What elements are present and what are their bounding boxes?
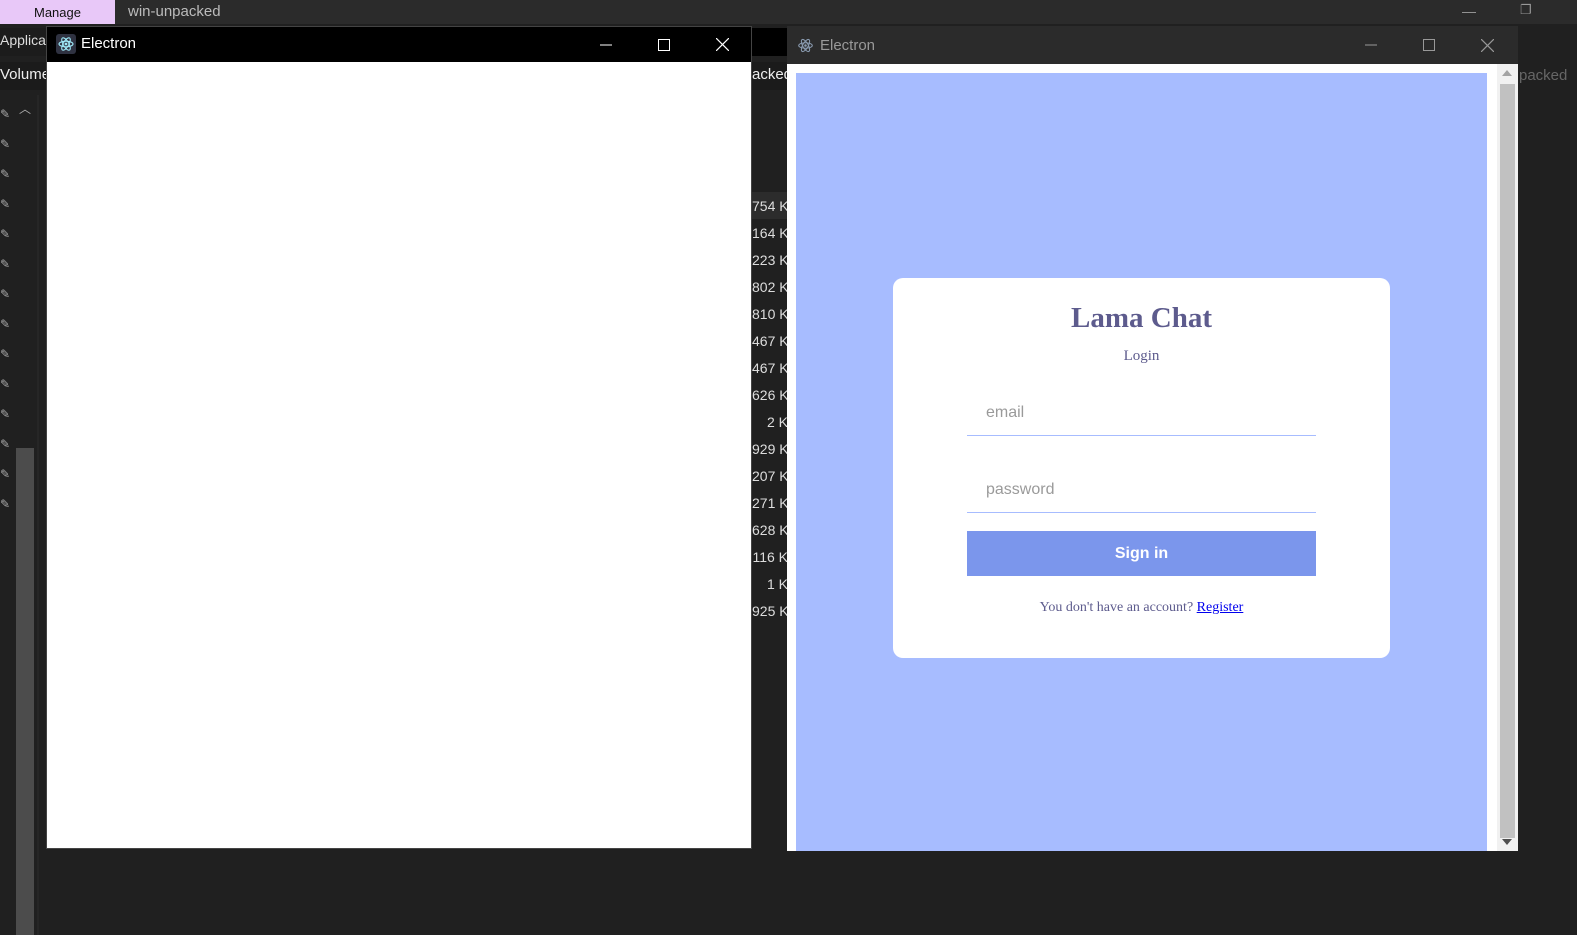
maximize-icon	[1423, 39, 1435, 51]
pin-icon[interactable]: ✎	[0, 287, 14, 301]
chevron-up-icon[interactable]: ︿	[19, 100, 31, 117]
explorer-strip	[752, 28, 788, 56]
electron-window-blank: Electron	[46, 26, 752, 849]
file-size: 164 K	[752, 225, 788, 241]
pin-icon[interactable]: ✎	[0, 497, 14, 511]
pin-icon[interactable]: ✎	[0, 107, 14, 121]
file-size-column: 754 K 164 K 223 K 802 K 810 K 467 K 467 …	[752, 192, 788, 624]
pin-icon[interactable]: ✎	[0, 137, 14, 151]
file-size: 929 K	[752, 441, 788, 457]
pin-icon[interactable]: ✎	[0, 347, 14, 361]
close-icon	[1480, 38, 1494, 52]
file-size: 1 K	[766, 576, 788, 592]
file-size: 754 K	[752, 192, 788, 219]
scrollbar-thumb[interactable]	[1500, 84, 1515, 838]
search-box-fragment-label: packed	[1519, 67, 1568, 84]
file-size: 925 K	[752, 603, 788, 619]
pin-icon[interactable]: ✎	[0, 407, 14, 421]
close-button[interactable]	[693, 27, 751, 62]
pin-icon[interactable]: ✎	[0, 437, 14, 451]
app-logo: Lama Chat	[1071, 302, 1212, 334]
pin-icon[interactable]: ✎	[0, 257, 14, 271]
search-box-fragment[interactable]: packed	[1519, 62, 1577, 90]
file-size: 628 K	[752, 522, 788, 538]
explorer-window-title: win-unpacked	[128, 3, 221, 20]
ribbon-volume[interactable]: Volume	[0, 62, 46, 90]
ribbon-volume-label: Volume	[0, 66, 46, 83]
address-bar-fragment-label: acked	[752, 66, 788, 83]
electron-logo-icon	[798, 38, 813, 53]
pin-icon[interactable]: ✎	[0, 467, 14, 481]
login-page: Lama Chat Login Sign in You don't have a…	[796, 73, 1487, 851]
file-size: 271 K	[752, 495, 788, 511]
address-bar-fragment[interactable]: acked	[752, 62, 788, 90]
file-size: 626 K	[752, 387, 788, 403]
explorer-restore-button[interactable]: ❐	[1520, 2, 1532, 18]
file-size: 116 K	[752, 549, 788, 565]
sign-in-button[interactable]: Sign in	[967, 531, 1316, 576]
minimize-icon	[600, 44, 612, 45]
file-size: 467 K	[752, 333, 788, 349]
maximize-button[interactable]	[635, 27, 693, 62]
ribbon-application-label: Applicati	[0, 32, 46, 48]
electron-window-login: Electron Lama Chat Login Sign in You don…	[787, 26, 1518, 851]
form-title: Login	[1123, 348, 1160, 364]
blank-content-area	[47, 62, 751, 848]
scroll-up-arrow-icon[interactable]	[1502, 70, 1512, 76]
close-icon	[715, 38, 729, 51]
maximize-button[interactable]	[1400, 26, 1458, 64]
minimize-button[interactable]	[577, 27, 635, 62]
electron-logo-icon	[56, 34, 76, 54]
scroll-down-arrow-icon[interactable]	[1502, 839, 1512, 845]
email-input[interactable]	[967, 391, 1316, 436]
pin-icon[interactable]: ✎	[0, 227, 14, 241]
maximize-icon	[658, 38, 670, 51]
minimize-button[interactable]	[1342, 26, 1400, 64]
vertical-scrollbar[interactable]	[1497, 64, 1518, 851]
pin-icon[interactable]: ✎	[0, 317, 14, 331]
login-card: Lama Chat Login Sign in You don't have a…	[893, 278, 1390, 658]
explorer-minimize-button[interactable]: —	[1462, 3, 1476, 19]
pin-icon[interactable]: ✎	[0, 197, 14, 211]
minimize-icon	[1365, 44, 1377, 46]
window-title-bar[interactable]: Electron	[787, 26, 1518, 64]
window-title: Electron	[820, 37, 876, 54]
explorer-title-bar: Manage win-unpacked — ❐	[0, 0, 1577, 24]
file-size: 467 K	[752, 360, 788, 376]
file-size: 207 K	[752, 468, 788, 484]
register-link[interactable]: Register	[1197, 600, 1244, 615]
nav-pane-scrollbar[interactable]	[16, 448, 34, 935]
pin-icon[interactable]: ✎	[0, 377, 14, 391]
register-prompt-text: You don't have an account?	[1039, 600, 1197, 615]
file-size: 2 K	[766, 414, 788, 430]
password-input[interactable]	[967, 468, 1316, 513]
manage-tab[interactable]: Manage	[0, 0, 115, 24]
window-title: Electron	[81, 35, 137, 52]
nav-pane-divider	[37, 95, 39, 935]
pin-icon[interactable]: ✎	[0, 167, 14, 181]
close-button[interactable]	[1458, 26, 1516, 64]
file-size: 802 K	[752, 279, 788, 295]
register-prompt: You don't have an account? Register	[893, 600, 1390, 616]
ribbon-application-tools[interactable]: Applicati	[0, 28, 46, 56]
file-size: 223 K	[752, 252, 788, 268]
window-title-bar[interactable]: Electron	[47, 27, 751, 62]
file-size: 810 K	[752, 306, 788, 322]
